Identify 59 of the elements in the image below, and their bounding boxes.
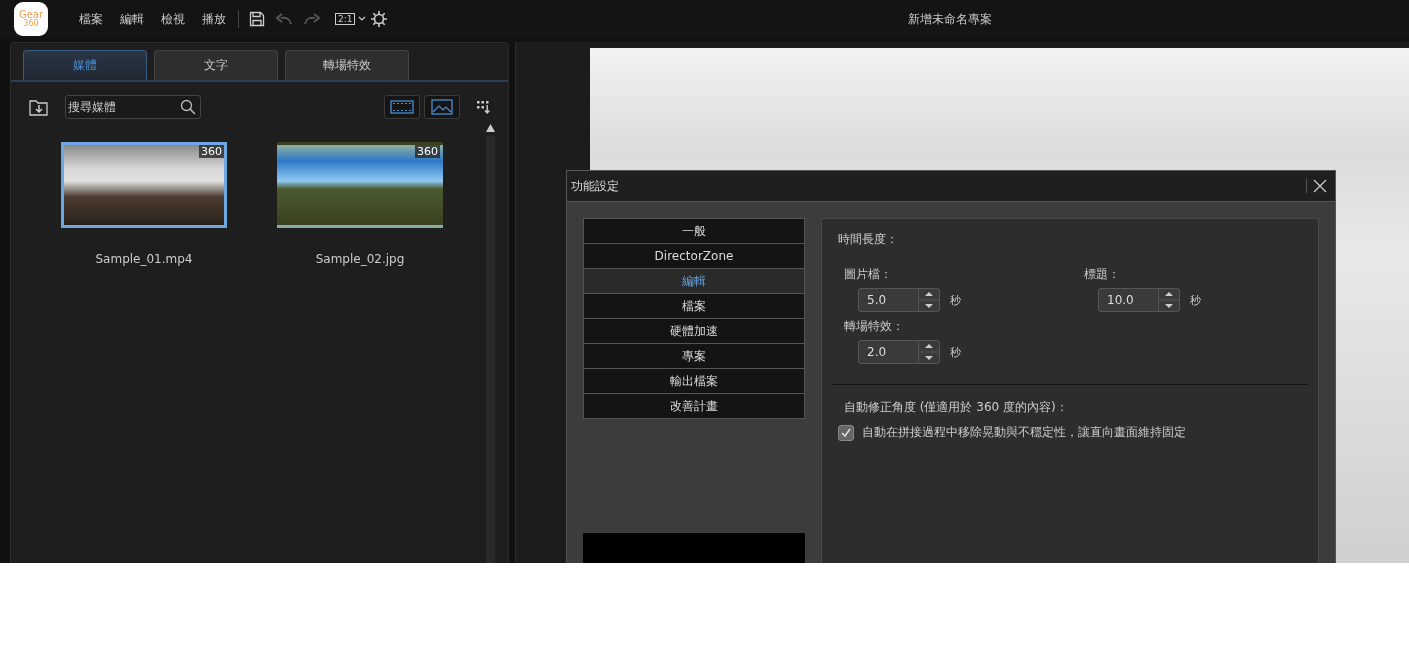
duration-spinbox[interactable]: 2.0	[858, 340, 940, 364]
category-item[interactable]: DirectorZone	[584, 244, 804, 268]
unit-label: 秒	[950, 292, 961, 308]
scroll-up-icon[interactable]	[486, 124, 495, 132]
field-label: 標題：	[1084, 266, 1121, 283]
category-item[interactable]: 一般	[584, 219, 804, 243]
360-badge: 360	[199, 145, 224, 158]
close-icon[interactable]	[1306, 179, 1327, 193]
caret-icon	[358, 16, 367, 22]
file-name: Sample_02.jpg	[315, 252, 405, 266]
spin-arrows-icon[interactable]	[919, 341, 939, 363]
project-title: 新增未命名專案	[907, 11, 993, 28]
field-label: 圖片檔：	[844, 266, 893, 283]
menu-item[interactable]: 播放	[202, 10, 226, 28]
checkbox-label: 自動在拼接過程中移除晃動與不穩定性，讓直向畫面維持固定	[862, 424, 1186, 441]
category-item[interactable]: 改善計畫	[584, 394, 804, 418]
logo-text: 360	[23, 20, 39, 28]
import-icon[interactable]	[29, 98, 49, 116]
scrollbar[interactable]	[486, 124, 495, 563]
duration-spinbox[interactable]: 10.0	[1098, 288, 1180, 312]
file-name: Sample_01.mp4	[95, 252, 193, 266]
dialog-title: 功能設定	[571, 177, 619, 195]
media-thumbnail[interactable]: 360	[277, 142, 443, 228]
zoom-ratio-dropdown[interactable]: 2:1	[335, 13, 356, 25]
unit-label: 秒	[950, 344, 961, 360]
tab[interactable]: 文字	[154, 50, 278, 80]
tab[interactable]: 轉場特效	[285, 50, 409, 80]
category-item[interactable]: 輸出檔案	[584, 369, 804, 393]
category-item[interactable]: 硬體加速	[584, 319, 804, 343]
section-title: 時間長度：	[837, 231, 899, 248]
settings-icon[interactable]	[370, 10, 389, 28]
unit-label: 秒	[1190, 292, 1201, 308]
undo-icon[interactable]	[275, 12, 293, 26]
menu-item[interactable]: 檢視	[161, 10, 185, 28]
filmstrip-icon	[390, 100, 414, 114]
360-badge: 360	[415, 145, 440, 158]
checkbox[interactable]	[838, 424, 854, 441]
spin-arrows-icon[interactable]	[919, 289, 939, 311]
category-item[interactable]: 檔案	[584, 294, 804, 318]
duration-spinbox[interactable]: 5.0	[858, 288, 940, 312]
redo-icon[interactable]	[303, 12, 321, 26]
search-icon[interactable]	[180, 99, 196, 115]
search-field[interactable]: 搜尋媒體	[65, 95, 201, 119]
logo-text: Gear	[18, 10, 44, 20]
save-icon[interactable]	[249, 11, 265, 27]
tab[interactable]: 媒體	[23, 50, 147, 80]
section-title: 自動修正角度 (僅適用於 360 度的內容)：	[843, 399, 1069, 416]
media-thumbnail[interactable]: 360	[61, 142, 227, 228]
sort-icon[interactable]	[476, 99, 492, 115]
menu-item[interactable]: 檔案	[79, 10, 103, 28]
thumbnail-view-button[interactable]	[424, 95, 460, 119]
checkmark-icon	[840, 426, 852, 439]
category-item[interactable]: 專案	[584, 344, 804, 368]
category-item[interactable]: 編輯	[584, 269, 804, 293]
storyboard-view-button[interactable]	[384, 95, 420, 119]
menu-item[interactable]: 編輯	[120, 10, 144, 28]
field-label: 轉場特效：	[844, 318, 905, 335]
spin-arrows-icon[interactable]	[1159, 289, 1179, 311]
image-icon	[431, 99, 453, 115]
